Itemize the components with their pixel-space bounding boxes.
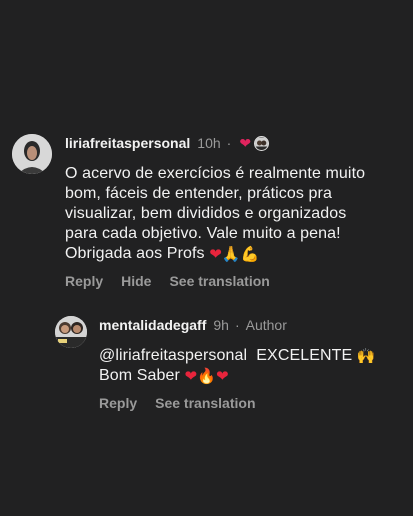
timestamp: 10h (197, 135, 221, 151)
timestamp: 9h (213, 317, 229, 333)
comment-text-line: O acervo de exercícios é realmente muito (65, 165, 366, 182)
praying-hands-emoji: 🙏 (221, 246, 241, 263)
reply-text-line: @liriafreitaspersonal EXCELENTE 🙌 (99, 346, 405, 366)
comment-text: O acervo de exercícios é realmente muito… (65, 164, 402, 264)
hide-button[interactable]: Hide (121, 273, 151, 289)
flexed-biceps-emoji: 💪 (240, 246, 260, 263)
comment-text-segment: Obrigada aos Profs (65, 245, 205, 262)
author-badge: Author (245, 317, 287, 333)
reply-text-segment: EXCELENTE (256, 347, 353, 364)
reply-text-segment: Bom Saber (99, 367, 180, 384)
comment-text-line: bom, fáceis de entender, práticos pra (65, 185, 332, 202)
heart-icon: ❤ (239, 135, 252, 151)
author-liked-badge: ❤ (239, 135, 270, 151)
user-avatar[interactable] (12, 134, 52, 174)
user-avatar-icon (12, 134, 52, 174)
mention-link[interactable]: @liriafreitaspersonal (99, 347, 247, 364)
reply-button[interactable]: Reply (65, 273, 103, 289)
reply-meta: mentalidadegaff 9h · Author (99, 316, 405, 334)
see-translation-button[interactable]: See translation (169, 273, 269, 289)
username[interactable]: liriafreitaspersonal (65, 134, 190, 152)
reply-item: mentalidadegaff 9h · Author @liriafreita… (55, 316, 405, 411)
red-heart-emoji: ❤ (215, 368, 229, 385)
comment-item: liriafreitaspersonal 10h · ❤ O acervo de… (12, 134, 402, 289)
author-avatar-icon (254, 135, 270, 151)
comment-text-line: visualizar, bem divididos e organizados (65, 205, 347, 222)
username[interactable]: mentalidadegaff (99, 316, 206, 334)
comment-body: liriafreitaspersonal 10h · ❤ O acervo de… (65, 134, 402, 289)
comment-text-line: Obrigada aos Profs ❤🙏💪 (65, 244, 402, 264)
reply-actions: Reply See translation (99, 395, 405, 411)
red-heart-emoji: ❤ (209, 246, 222, 263)
reply-button[interactable]: Reply (99, 395, 137, 411)
reply-body: mentalidadegaff 9h · Author @liriafreita… (99, 316, 405, 411)
reply-text: @liriafreitaspersonal EXCELENTE 🙌 Bom Sa… (99, 346, 405, 386)
separator: · (226, 135, 232, 151)
separator: · (234, 317, 240, 333)
comment-text-line: para cada objetivo. Vale muito a pena! (65, 225, 341, 242)
red-heart-emoji: ❤ (184, 368, 198, 385)
see-translation-button[interactable]: See translation (155, 395, 255, 411)
raising-hands-emoji: 🙌 (356, 348, 376, 365)
author-avatar[interactable] (55, 316, 87, 348)
author-avatar-icon (55, 316, 87, 348)
comment-actions: Reply Hide See translation (65, 273, 402, 289)
reply-text-line: Bom Saber ❤🔥❤ (99, 366, 405, 386)
comment-meta: liriafreitaspersonal 10h · ❤ (65, 134, 402, 152)
fire-emoji: 🔥 (197, 368, 216, 385)
